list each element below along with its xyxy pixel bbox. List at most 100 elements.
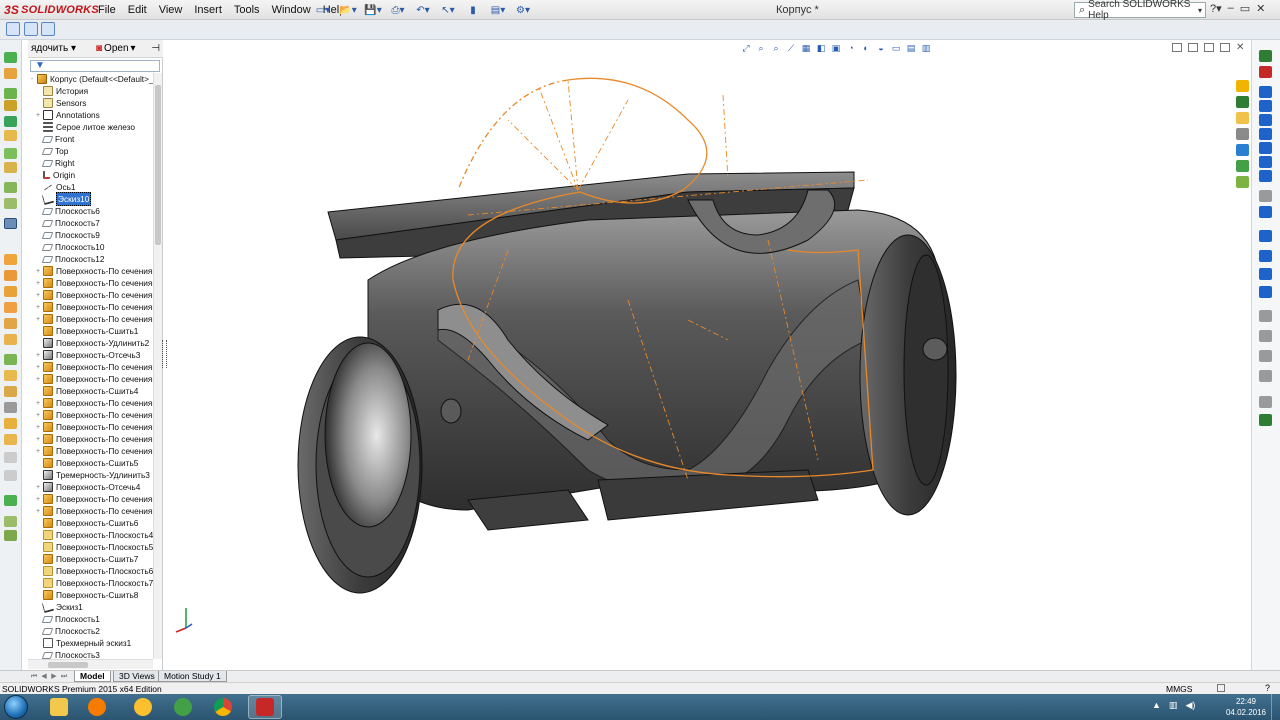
tree-item[interactable]: Top <box>34 145 68 157</box>
trim-surface-icon[interactable] <box>4 434 17 445</box>
tree-item[interactable]: Поверхность-Плоскость4 <box>34 529 153 541</box>
tree-item[interactable]: Эскиз10 <box>34 192 92 206</box>
ruled-surface-icon[interactable] <box>4 386 17 397</box>
expand-icon[interactable]: + <box>34 280 42 287</box>
sketch-tab-icon[interactable] <box>6 22 20 36</box>
fillet-icon[interactable] <box>4 148 17 159</box>
tree-item[interactable]: + Поверхность-По сечениям <box>34 289 153 301</box>
taskbar-media-player[interactable] <box>80 695 114 719</box>
tree-item[interactable]: Origin <box>34 169 75 181</box>
menu-view[interactable]: View <box>153 4 189 16</box>
tree-item[interactable]: Тремерность-Удлинить3 <box>34 469 150 481</box>
home-icon[interactable] <box>1236 80 1249 92</box>
help-icon[interactable]: ?▾ <box>1210 2 1222 15</box>
tree-item[interactable]: История <box>34 85 88 97</box>
tree-filter-input[interactable]: ▼ <box>30 60 160 72</box>
options-icon[interactable]: ⚙▾ <box>512 2 534 18</box>
expand-icon[interactable]: + <box>34 496 42 503</box>
tab-3d-views[interactable]: 3D Views <box>113 671 161 682</box>
tree-item[interactable]: Right <box>34 157 74 169</box>
minimize-icon[interactable]: – <box>1228 2 1234 15</box>
tree-item[interactable]: Поверхность-Сшить5 <box>34 457 138 469</box>
expand-icon[interactable]: + <box>34 400 42 407</box>
planar-surface-icon[interactable] <box>4 354 17 365</box>
spline-icon[interactable] <box>1259 170 1272 182</box>
text-icon[interactable] <box>1259 250 1272 262</box>
tree-item[interactable]: Поверхность-Плоскость5 <box>34 541 153 553</box>
tree-item[interactable]: Плоскость2 <box>34 625 100 637</box>
untrim-surface-icon[interactable] <box>4 452 17 463</box>
appearances-icon[interactable] <box>1236 160 1249 172</box>
part-model-render[interactable] <box>168 40 1248 670</box>
network-icon[interactable]: ▥ <box>1169 700 1178 711</box>
design-library-icon[interactable] <box>1236 112 1249 124</box>
tree-item[interactable]: Поверхность-Удлинить2 <box>34 337 149 349</box>
ellipse-icon[interactable] <box>1259 190 1272 202</box>
tree-item[interactable]: + Поверхность-По сечениям <box>34 361 153 373</box>
help-icon[interactable]: ? <box>1265 683 1270 693</box>
lofted-surface-icon[interactable] <box>4 302 17 313</box>
menu-insert[interactable]: Insert <box>188 4 228 16</box>
tree-item[interactable]: Поверхность-Сшить7 <box>34 553 138 565</box>
tree-item[interactable]: Плоскость1 <box>34 613 100 625</box>
tree-item[interactable]: + Поверхность-По сечениям <box>34 409 153 421</box>
solidworks-logo[interactable]: 3S SOLIDWORKS <box>4 2 99 18</box>
tree-item[interactable]: Плоскость3 <box>34 649 100 659</box>
tree-item[interactable]: Трехмерный эскиз1 <box>34 637 131 649</box>
rectangle-icon[interactable] <box>1259 100 1272 112</box>
tree-item[interactable]: + Поверхность-По сечениям <box>34 433 153 445</box>
filled-surface-icon[interactable] <box>4 334 17 345</box>
save-icon[interactable]: 💾▾ <box>362 2 384 18</box>
menu-tools[interactable]: Tools <box>228 4 266 16</box>
undo-icon[interactable]: ↶▾ <box>412 2 434 18</box>
expand-icon[interactable]: + <box>34 484 42 491</box>
file-explorer-icon[interactable] <box>1236 128 1249 140</box>
expand-icon[interactable]: + <box>34 376 42 383</box>
tree-horizontal-scrollbar[interactable] <box>28 659 153 669</box>
view-palette-icon[interactable] <box>1236 144 1249 156</box>
tree-item[interactable]: + Поверхность-Отсечь3 <box>34 349 140 361</box>
split-line-icon[interactable] <box>4 516 17 527</box>
expand-icon[interactable]: + <box>34 292 42 299</box>
tree-vertical-scrollbar[interactable] <box>153 73 162 659</box>
tree-item[interactable]: + Annotations <box>34 109 100 121</box>
tree-item[interactable]: Плоскость10 <box>34 241 105 253</box>
open-icon[interactable]: 📂▾ <box>337 2 359 18</box>
surface-fillet-icon[interactable] <box>4 402 17 413</box>
tree-item[interactable]: Поверхность-Плоскость7 <box>34 577 153 589</box>
taskbar-explorer[interactable] <box>42 695 76 719</box>
knit-surface-icon[interactable] <box>4 470 17 481</box>
volume-icon[interactable]: ◀) <box>1185 700 1195 711</box>
scroll-thumb[interactable] <box>48 662 88 668</box>
tab-motion-study[interactable]: Motion Study 1 <box>158 671 227 682</box>
tree-item[interactable]: + Поверхность-По сечениям <box>34 397 153 409</box>
menu-window[interactable]: Window <box>266 4 317 16</box>
taskbar-torrent[interactable] <box>166 695 200 719</box>
tree-item[interactable]: Поверхность-Сшить6 <box>34 517 138 529</box>
scroll-thumb[interactable] <box>155 85 161 245</box>
display-relations-icon[interactable] <box>1259 414 1272 426</box>
tree-item[interactable]: Поверхность-Сшить8 <box>34 589 138 601</box>
prev-tab-icon[interactable]: ◀ <box>40 672 48 681</box>
start-button[interactable] <box>4 695 28 719</box>
tree-item[interactable]: + Поверхность-По сечениям <box>34 313 153 325</box>
taskbar-app-triangle[interactable] <box>126 695 160 719</box>
collapse-icon[interactable]: - <box>28 76 36 83</box>
tree-item[interactable]: Плоскость7 <box>34 217 100 229</box>
slot-icon[interactable] <box>1259 114 1272 126</box>
expand-icon[interactable]: + <box>34 436 42 443</box>
close-icon[interactable]: ✕ <box>1256 2 1265 15</box>
tree-item[interactable]: Поверхность-Сшить1 <box>34 325 138 337</box>
move-entities-icon[interactable] <box>1259 396 1272 408</box>
tree-item[interactable]: + Поверхность-Отсечь4 <box>34 481 140 493</box>
show-desktop-button[interactable] <box>1271 694 1280 720</box>
offset-surface-icon[interactable] <box>4 370 17 381</box>
extend-surface-icon[interactable] <box>4 418 17 429</box>
tree-item[interactable]: Серое литое железо <box>34 121 135 133</box>
tree-item[interactable]: Эскиз1 <box>34 600 83 614</box>
resources-icon[interactable] <box>1236 96 1249 108</box>
last-tab-icon[interactable]: ⏭ <box>60 672 68 681</box>
fillet-sketch-icon[interactable] <box>1259 206 1272 218</box>
chevron-down-icon[interactable]: ▾ <box>1198 6 1205 15</box>
clock[interactable]: 22:49 04.02.2016 <box>1224 696 1268 718</box>
